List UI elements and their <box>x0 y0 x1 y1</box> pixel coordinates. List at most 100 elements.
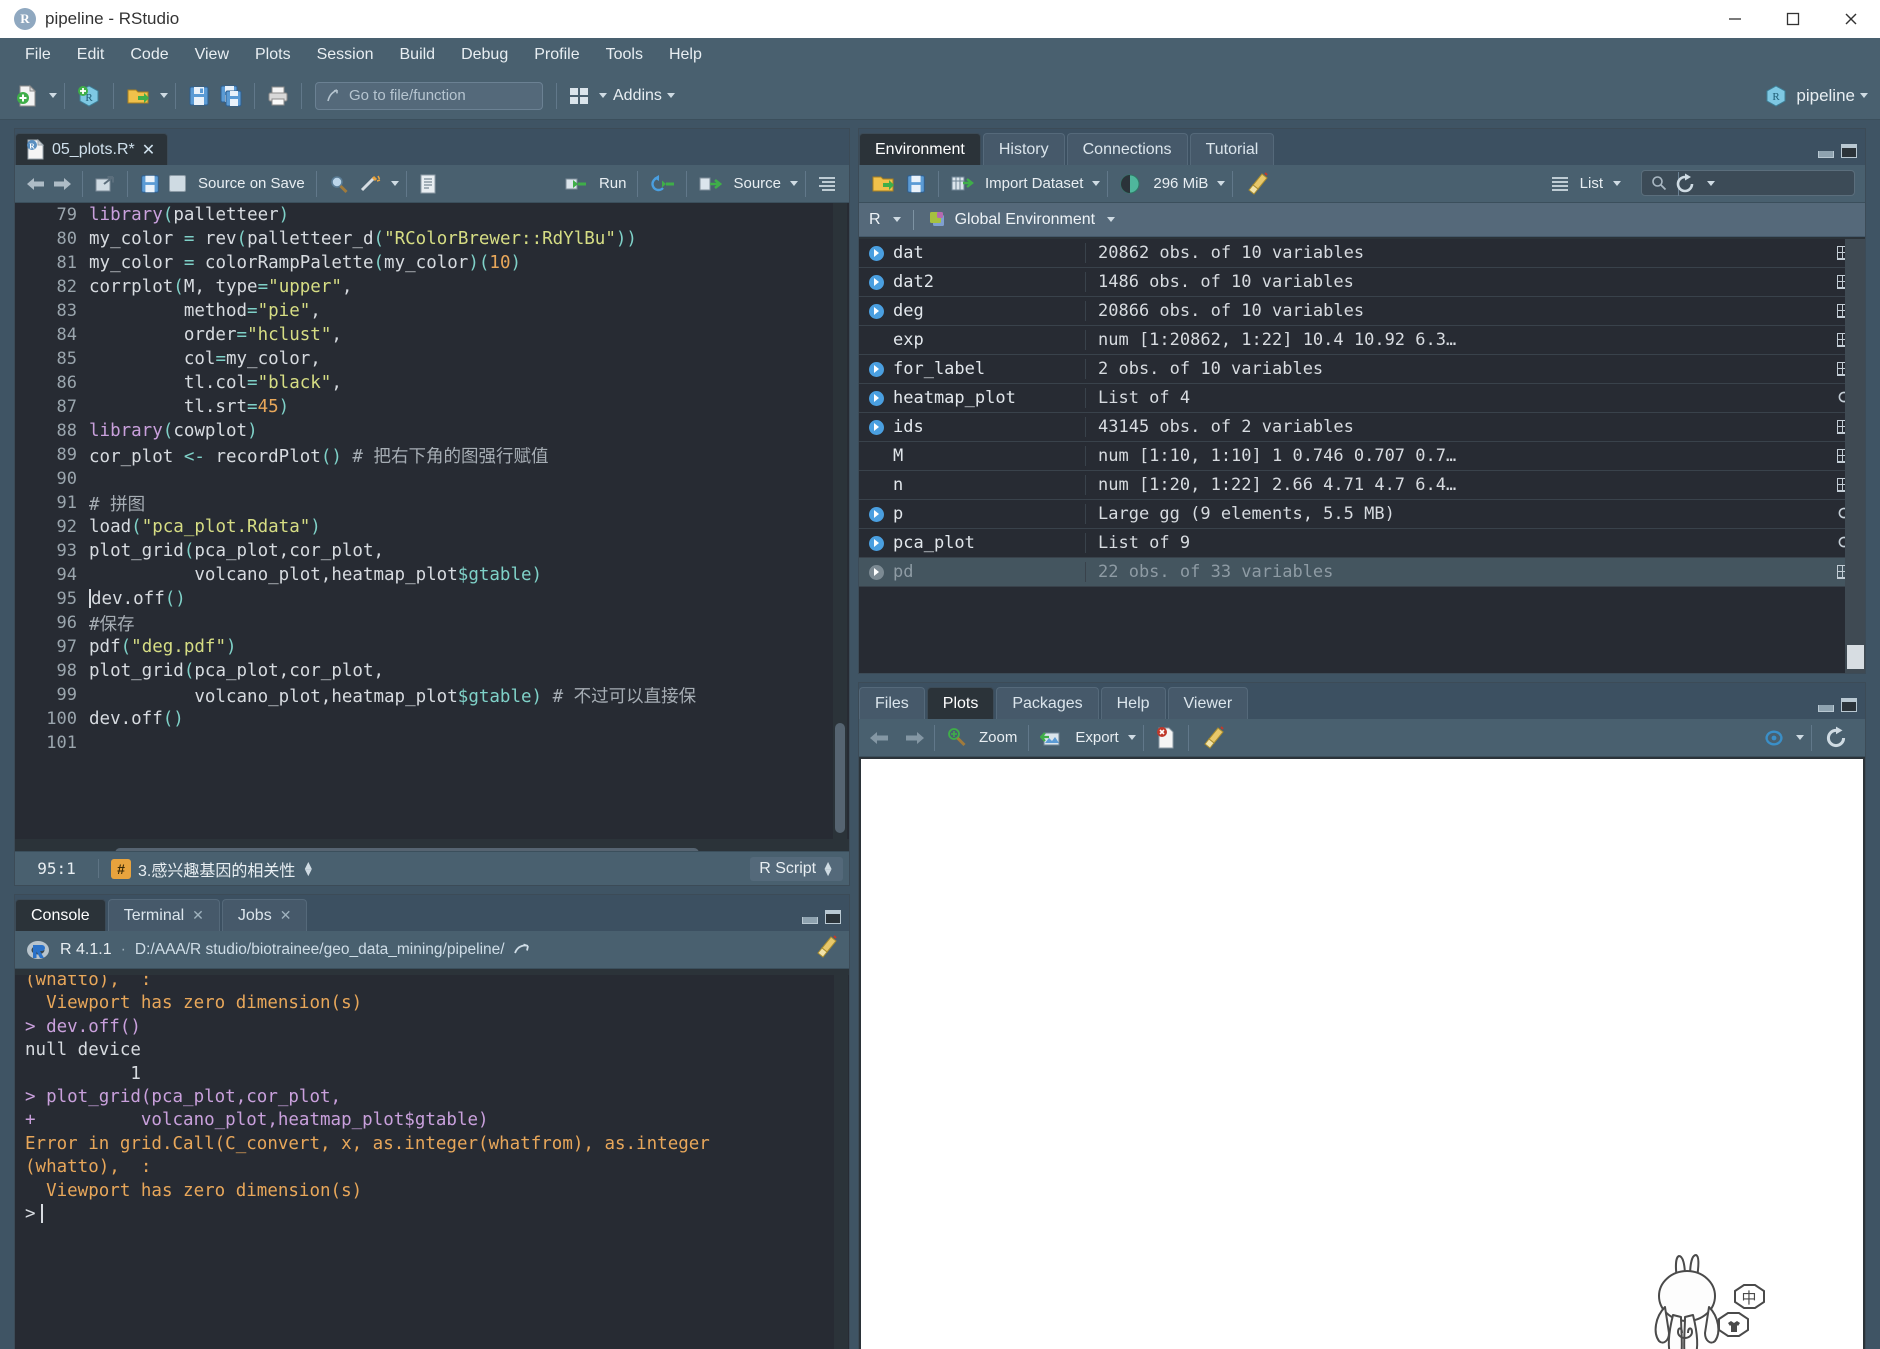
save-all-icon[interactable] <box>215 82 247 110</box>
document-outline-icon[interactable] <box>813 173 841 195</box>
minimize-pane-icon[interactable] <box>1818 151 1834 158</box>
scrollbar-thumb[interactable] <box>1847 645 1864 669</box>
close-icon[interactable]: ✕ <box>142 140 155 160</box>
save-icon[interactable] <box>183 82 215 110</box>
minimize-pane-icon[interactable] <box>1818 705 1834 712</box>
print-icon[interactable] <box>262 82 294 110</box>
tab-environment[interactable]: Environment <box>859 133 981 165</box>
back-arrow-icon[interactable] <box>23 171 49 197</box>
working-directory-path[interactable]: D:/AAA/R studio/biotrainee/geo_data_mini… <box>135 941 505 959</box>
save-icon[interactable] <box>135 171 165 197</box>
re-run-icon[interactable] <box>645 172 679 196</box>
code-editor[interactable]: 79library(palletteer)80my_color = rev(pa… <box>15 203 849 839</box>
code-scope-selector[interactable]: # 3.感兴趣基因的相关性 ▲▼ <box>99 857 314 881</box>
menu-edit[interactable]: Edit <box>64 42 118 68</box>
menu-debug[interactable]: Debug <box>448 42 521 68</box>
close-button[interactable] <box>1822 0 1880 38</box>
environment-vertical-scrollbar[interactable] <box>1845 239 1865 673</box>
find-icon[interactable] <box>324 172 354 196</box>
publish-dropdown-caret[interactable] <box>1796 735 1804 740</box>
maximize-pane-icon[interactable] <box>1841 698 1857 712</box>
tab-files[interactable]: Files <box>859 687 925 719</box>
environment-object-row[interactable]: heatmap_plotList of 4 <box>859 384 1865 413</box>
environment-object-row[interactable]: nnum [1:20, 1:22] 2.66 4.71 4.7 6.4… <box>859 471 1865 500</box>
console-output[interactable]: (whatto), : Viewport has zero dimension(… <box>15 975 849 1349</box>
maximize-pane-icon[interactable] <box>825 910 841 924</box>
menu-build[interactable]: Build <box>387 42 449 68</box>
environment-object-row[interactable]: pLarge gg (9 elements, 5.5 MB) <box>859 500 1865 529</box>
environment-object-row[interactable]: Mnum [1:10, 1:10] 1 0.746 0.707 0.7… <box>859 442 1865 471</box>
run-button[interactable]: Run <box>560 172 631 196</box>
goto-file-function-input[interactable]: Go to file/function <box>315 82 543 110</box>
memory-usage-button[interactable]: 296 MiB <box>1115 171 1212 197</box>
remove-plot-icon[interactable] <box>1151 724 1181 752</box>
tab-packages[interactable]: Packages <box>996 687 1098 719</box>
expand-toggle-icon[interactable] <box>859 565 893 580</box>
environment-object-row[interactable]: dat21486 obs. of 10 variables <box>859 268 1865 297</box>
import-dropdown-caret[interactable] <box>1092 181 1100 186</box>
language-caret[interactable] <box>893 217 901 222</box>
tab-viewer[interactable]: Viewer <box>1168 687 1249 719</box>
expand-toggle-icon[interactable] <box>859 536 893 551</box>
clear-console-icon[interactable] <box>813 934 839 965</box>
source-button[interactable]: Source <box>694 172 785 196</box>
environment-refresh-button[interactable] <box>1673 172 1715 196</box>
scope-caret[interactable] <box>1107 217 1115 222</box>
code-tools-icon[interactable] <box>354 172 386 196</box>
code-tools-dropdown-caret[interactable] <box>391 181 399 186</box>
tab-tutorial[interactable]: Tutorial <box>1190 133 1275 165</box>
menu-file[interactable]: File <box>12 42 64 68</box>
maximize-pane-icon[interactable] <box>1841 144 1857 158</box>
environment-view-mode-selector[interactable]: List <box>1550 175 1621 192</box>
tab-history[interactable]: History <box>983 133 1065 165</box>
export-dropdown-caret[interactable] <box>1128 735 1136 740</box>
next-plot-icon[interactable] <box>901 725 927 751</box>
source-tab-05-plots-r[interactable]: R 05_plots.R* ✕ <box>15 133 168 165</box>
expand-toggle-icon[interactable] <box>859 391 893 406</box>
editor-vertical-scrollbar[interactable] <box>833 203 847 839</box>
save-icon[interactable] <box>901 171 931 197</box>
environment-object-row[interactable]: deg20866 obs. of 10 variables <box>859 297 1865 326</box>
forward-arrow-icon[interactable] <box>49 171 75 197</box>
minimize-pane-icon[interactable] <box>802 917 818 924</box>
source-dropdown-caret[interactable] <box>790 181 798 186</box>
source-on-save-checkbox[interactable]: Source on Save <box>165 173 309 194</box>
menu-plots[interactable]: Plots <box>242 42 304 68</box>
zoom-plot-button[interactable]: Zoom <box>942 725 1021 751</box>
expand-toggle-icon[interactable] <box>859 420 893 435</box>
menu-code[interactable]: Code <box>117 42 181 68</box>
plot-canvas[interactable]: 中 <box>861 759 1863 1349</box>
tab-plots[interactable]: Plots <box>927 687 995 719</box>
chevron-updown-icon[interactable]: ▲▼ <box>302 862 314 876</box>
clear-objects-icon[interactable] <box>1240 169 1274 199</box>
refresh-icon[interactable] <box>1819 723 1853 753</box>
environment-object-row[interactable]: for_label2 obs. of 10 variables <box>859 355 1865 384</box>
previous-plot-icon[interactable] <box>867 725 893 751</box>
environment-object-row[interactable]: ids43145 obs. of 2 variables <box>859 413 1865 442</box>
environment-object-row[interactable]: expnum [1:20862, 1:22] 10.4 10.92 6.3… <box>859 326 1865 355</box>
menu-tools[interactable]: Tools <box>593 42 656 68</box>
tab-console[interactable]: Console <box>15 899 106 931</box>
addins-button[interactable]: Addins <box>613 87 662 105</box>
menu-session[interactable]: Session <box>304 42 387 68</box>
clear-all-plots-icon[interactable] <box>1196 723 1230 753</box>
refresh-dropdown-caret[interactable] <box>1707 181 1715 186</box>
maximize-button[interactable] <box>1764 0 1822 38</box>
tab-terminal[interactable]: Terminal ✕ <box>108 899 220 931</box>
tab-help[interactable]: Help <box>1101 687 1166 719</box>
compile-report-icon[interactable] <box>414 171 442 197</box>
menu-view[interactable]: View <box>182 42 242 68</box>
publish-icon[interactable] <box>1757 724 1791 752</box>
export-plot-button[interactable]: Export <box>1036 726 1122 750</box>
view-mode-caret[interactable] <box>1613 181 1621 186</box>
close-icon[interactable]: ✕ <box>280 907 292 924</box>
show-in-new-window-icon[interactable] <box>90 172 120 196</box>
workspace-panes-icon[interactable] <box>564 83 594 109</box>
expand-toggle-icon[interactable] <box>859 507 893 522</box>
open-directory-icon[interactable] <box>514 942 532 958</box>
environment-object-row[interactable]: dat20862 obs. of 10 variables <box>859 239 1865 268</box>
tab-jobs[interactable]: Jobs ✕ <box>222 899 308 931</box>
project-selector[interactable]: R pipeline <box>1764 84 1868 108</box>
import-dataset-button[interactable]: Import Dataset <box>946 171 1087 197</box>
environment-object-row[interactable]: pca_plotList of 9 <box>859 529 1865 558</box>
